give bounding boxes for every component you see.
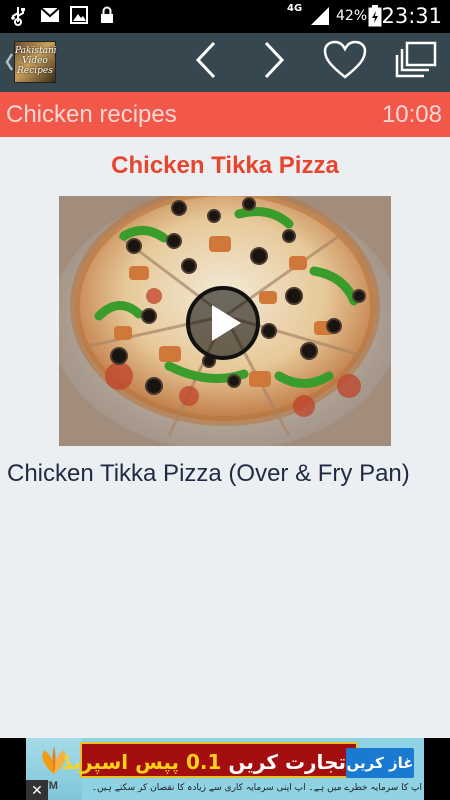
pizza-image: [59, 196, 391, 446]
signal-icon: [309, 5, 331, 32]
ad-cta-button[interactable]: غاز کریں: [346, 748, 414, 778]
play-icon: [186, 286, 260, 360]
lock-icon: [100, 6, 114, 29]
next-icon: [262, 41, 286, 84]
battery-icon: [368, 5, 382, 32]
image-icon: [70, 6, 88, 29]
recipe-caption[interactable]: Chicken Tikka Pizza (Over & Fry Pan): [7, 460, 447, 488]
ad-headline-box: تجارت کریں 0.1 پپس اسپریڈ: [62, 742, 358, 778]
recipe-title: Chicken Tikka Pizza: [111, 152, 339, 179]
category-title: Chicken recipes: [6, 101, 177, 128]
ad-bar: FXTM تجارت کریں 0.1 پپس اسپریڈ غاز کریں …: [0, 738, 450, 800]
gallery-button[interactable]: [390, 33, 442, 92]
next-button[interactable]: [254, 33, 294, 92]
category-header: Chicken recipes 10:08: [0, 92, 450, 137]
gallery-copy-icon: [394, 41, 438, 84]
ad-banner[interactable]: FXTM تجارت کریں 0.1 پپس اسپریڈ غاز کریں …: [26, 738, 424, 800]
network-type: 4G: [287, 3, 303, 14]
ad-headline-prefix: تجارت کریں: [228, 750, 346, 774]
video-thumbnail[interactable]: [59, 196, 391, 446]
status-clock: 23:31: [381, 4, 442, 28]
ad-headline-suffix: پپس اسپریڈ: [61, 750, 180, 774]
ad-disclaimer: آپ کا سرمایہ خطرے میں ہے۔ آپ اپنی سرمایہ…: [91, 783, 422, 793]
status-bar: 4G 42% 23:31: [0, 0, 450, 33]
favorite-heart-icon: [323, 40, 367, 85]
battery-percent: 42%: [336, 8, 368, 24]
app-logo[interactable]: Pakistani Video Recipes: [14, 41, 57, 83]
usb-icon: [10, 6, 26, 31]
mail-icon: [40, 6, 60, 29]
action-bar: Pakistani Video Recipes: [0, 33, 450, 92]
video-duration: 10:08: [381, 101, 442, 128]
ad-headline-number: 0.1: [186, 750, 222, 774]
favorite-button[interactable]: [320, 33, 370, 92]
previous-icon: [194, 41, 218, 84]
back-chevron-icon[interactable]: [4, 51, 14, 78]
previous-button[interactable]: [186, 33, 226, 92]
ad-close-button[interactable]: ✕: [26, 780, 48, 800]
ad-headline: تجارت کریں 0.1 پپس اسپریڈ: [62, 750, 346, 774]
